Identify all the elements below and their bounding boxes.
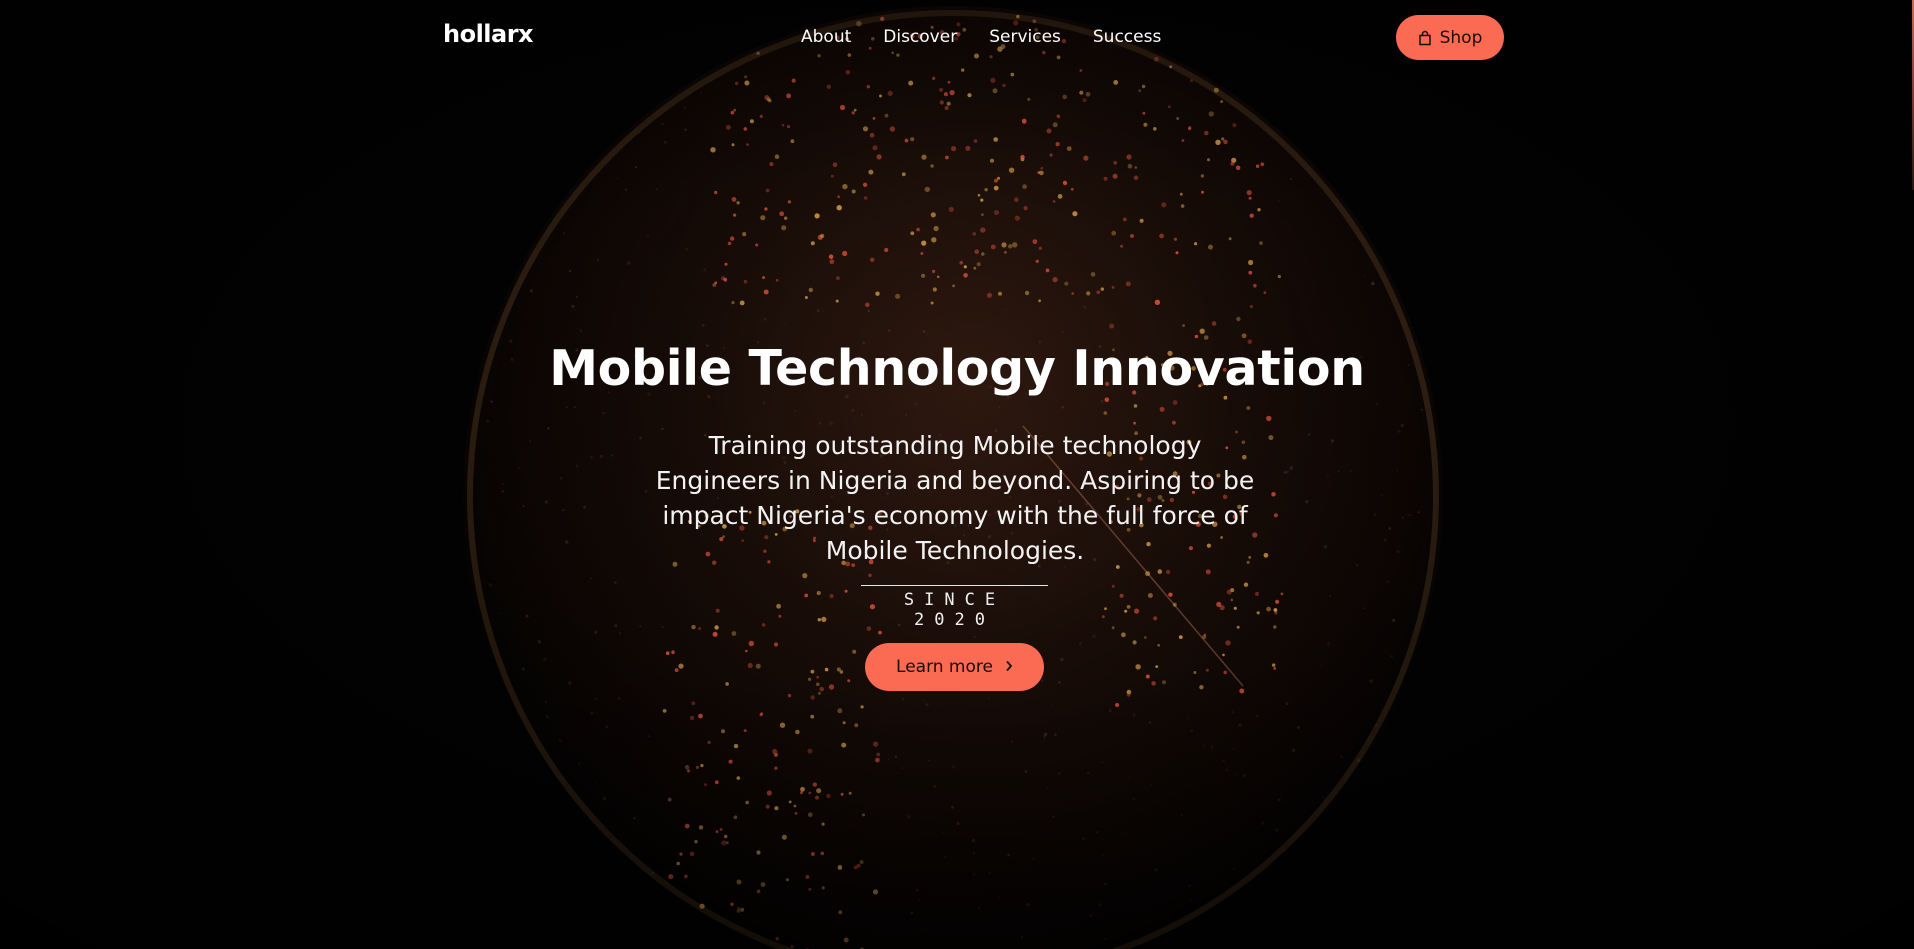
since-label: SINCE 2020 xyxy=(861,585,1048,630)
nav-item-about[interactable]: About xyxy=(801,27,851,47)
shop-button-label: Shop xyxy=(1439,27,1483,48)
nav-item-success[interactable]: Success xyxy=(1093,27,1161,47)
main-nav: About Discover Services Success xyxy=(801,27,1161,47)
site-header: hollarx About Discover Services Success … xyxy=(0,0,1914,74)
hero-title: Mobile Technology Innovation xyxy=(549,340,1365,397)
chevron-right-icon xyxy=(1005,657,1013,677)
hero-section: hollarx About Discover Services Success … xyxy=(0,0,1914,949)
nav-item-services[interactable]: Services xyxy=(989,27,1061,47)
shopping-bag-icon xyxy=(1418,30,1432,46)
hero-subtitle: Training outstanding Mobile technology E… xyxy=(655,431,1255,565)
logo[interactable]: hollarx xyxy=(443,20,534,48)
nav-item-discover[interactable]: Discover xyxy=(883,27,957,47)
shop-button[interactable]: Shop xyxy=(1396,15,1504,60)
learn-more-button[interactable]: Learn more xyxy=(865,643,1044,691)
learn-more-label: Learn more xyxy=(896,657,993,677)
